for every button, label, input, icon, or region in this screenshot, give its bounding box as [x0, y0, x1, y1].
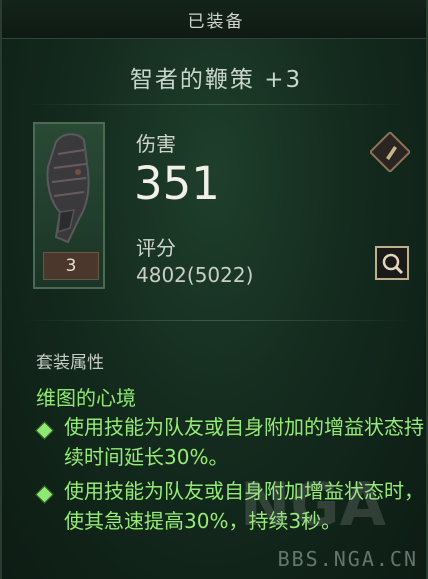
score-label: 评分 — [136, 236, 176, 260]
set-effect-text: 使用技能为队友或自身附加的增益状态持续时间延长30%。 — [64, 415, 424, 469]
equipped-label: 已装备 — [187, 11, 245, 32]
divider — [22, 320, 410, 321]
diamond-bullet-icon — [35, 485, 54, 504]
item-tooltip-panel: 已装备 智者的鞭策 +3 3 伤害 351 评分 4802(5022) 套装属性… — [0, 0, 428, 579]
item-name: 智者的鞭策 +3 — [129, 67, 303, 93]
diamond-bullet-icon — [35, 421, 54, 440]
watermark-text: BBS.NGA.CN — [277, 547, 418, 571]
item-icon-frame[interactable]: 3 — [33, 122, 105, 289]
inspect-button[interactable] — [372, 243, 412, 283]
magnifier-icon — [375, 246, 409, 280]
gauntlet-small-icon — [370, 132, 410, 172]
divider — [22, 104, 410, 105]
set-section-title: 套装属性 — [36, 353, 104, 373]
damage-value: 351 — [134, 157, 220, 210]
gauntlet-icon — [46, 133, 90, 244]
tooltip-header: 已装备 — [2, 0, 426, 39]
score-value: 4802(5022) — [136, 263, 254, 287]
compare-item-button[interactable] — [370, 132, 410, 172]
damage-label: 伤害 — [136, 132, 176, 156]
item-quantity-badge: 3 — [43, 252, 99, 280]
set-name: 维图的心境 — [36, 386, 136, 410]
watermark-logo: NGA — [240, 470, 386, 540]
